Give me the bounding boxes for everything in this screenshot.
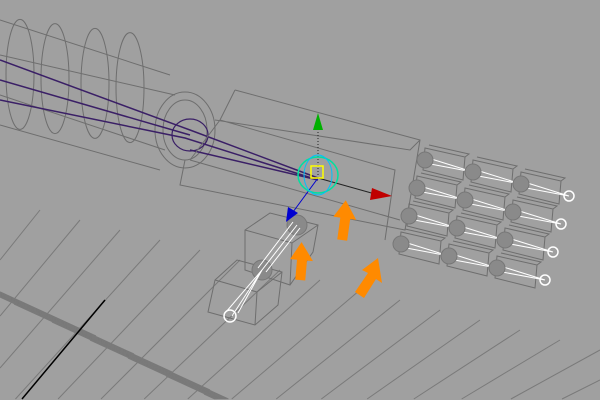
- finger-joint: [400, 207, 418, 225]
- orange-arrow-icon: [355, 258, 382, 298]
- grid-line: [275, 299, 401, 400]
- grid-line: [0, 219, 81, 317]
- finger-joint: [408, 179, 426, 197]
- grid-line: [187, 279, 321, 400]
- grid-line: [0, 209, 41, 261]
- finger-joint: [440, 247, 458, 265]
- forearm-cylinder-wireframe: [0, 18, 216, 171]
- cylinder-ring: [5, 18, 35, 130]
- finger-joint-chains: [392, 144, 575, 289]
- grid-line: [0, 229, 121, 369]
- x-axis-handle-icon[interactable]: [370, 188, 392, 200]
- grid-line: [231, 289, 361, 400]
- grid-axis-line: [21, 299, 106, 400]
- viewport-scene[interactable]: [0, 0, 600, 400]
- grid-line: [510, 349, 600, 400]
- finger-joint: [456, 191, 474, 209]
- grid-line: [413, 329, 521, 400]
- grid-line: [561, 379, 600, 400]
- finger-joint: [488, 259, 506, 277]
- cylinder-ring: [40, 23, 70, 135]
- grid-line: [321, 309, 441, 400]
- finger-joint: [464, 163, 482, 181]
- finger-joint: [448, 219, 466, 237]
- annotation-arrows: [290, 200, 382, 298]
- finger-joint: [496, 231, 514, 249]
- 3d-viewport[interactable]: [0, 0, 600, 400]
- finger-joint: [504, 203, 522, 221]
- grid-line: [461, 339, 561, 400]
- finger-joint: [512, 175, 530, 193]
- arm-skeleton: [0, 59, 319, 181]
- finger-joint: [416, 151, 434, 169]
- grid-line: [366, 319, 481, 400]
- transform-manipulator[interactable]: [286, 113, 392, 222]
- y-axis-handle-icon[interactable]: [313, 113, 323, 130]
- finger-joint: [392, 235, 410, 253]
